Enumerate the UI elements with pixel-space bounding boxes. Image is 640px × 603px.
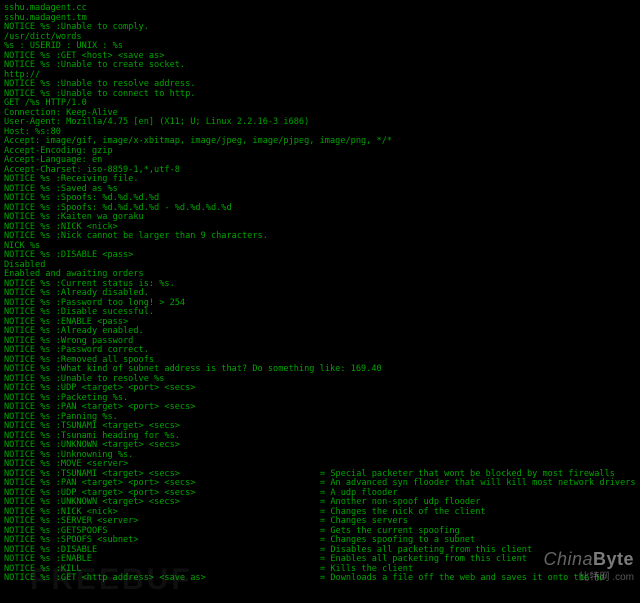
terminal-line: NOTICE %s :GET <http address> <save as>=…: [4, 574, 636, 584]
terminal-output: sshu.madagent.ccsshu.madagent.tmNOTICE %…: [0, 0, 640, 588]
terminal-line: NOTICE %s :Unable to comply.: [4, 23, 636, 33]
terminal-line: NOTICE %s :Unable to create socket.: [4, 61, 636, 71]
terminal-line: NOTICE %s :DISABLE <pass>: [4, 251, 636, 261]
terminal-line: NOTICE %s :Unable to connect to http.: [4, 90, 636, 100]
terminal-line: NOTICE %s :Nick cannot be larger than 9 …: [4, 232, 636, 242]
terminal-line-right: = Downloads a file off the web and saves…: [320, 574, 605, 584]
terminal-line-left: NOTICE %s :GET <http address> <save as>: [4, 574, 320, 584]
terminal-line: User-Agent: Mozilla/4.75 [en] (X11; U; L…: [4, 118, 636, 128]
terminal-line: sshu.madagent.cc: [4, 4, 636, 14]
